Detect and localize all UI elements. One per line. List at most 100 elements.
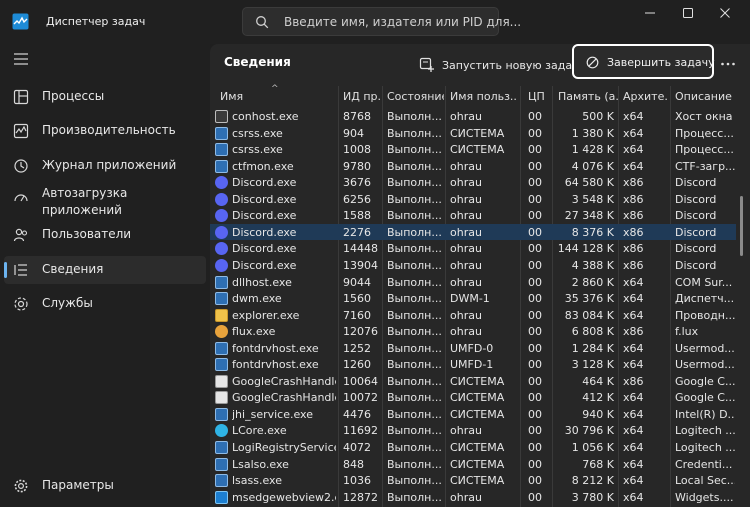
cell-cpu: 00 [528, 110, 542, 123]
end-task-button[interactable]: Завершить задачу [572, 44, 715, 79]
column-header-description[interactable]: Описание [675, 90, 735, 103]
cell-arch: x86 [623, 374, 644, 388]
table-row[interactable]: explorer.exe 7160 Выполн... ohrau 00 83 084 K… [210, 307, 736, 324]
table-row[interactable]: flux.exe 12076 Выполн... ohrau 00 6 808 K x86 f… [210, 323, 736, 340]
sidebar-item-processes[interactable]: Процессы [4, 85, 206, 109]
table-row[interactable]: dllhost.exe 9044 Выполн... ohrau 00 2 860 K x6… [210, 274, 736, 291]
cell-cpu: 00 [528, 292, 542, 306]
cell-state: Выполн... [387, 159, 442, 173]
sidebar-item-label: Параметры [42, 478, 114, 492]
table-row[interactable]: GoogleCrashHandler... 10072 Выполн... СИСТЕ… [210, 389, 736, 406]
table-row[interactable]: Discord.exe 3676 Выполн... ohrau 00 64 580 K x… [210, 174, 736, 191]
sys-process-icon [215, 275, 228, 289]
cell-name: conhost.exe [232, 110, 299, 123]
sidebar-item-details[interactable]: Сведения [4, 256, 206, 284]
table-row[interactable]: GoogleCrashHandler... 10064 Выполн... СИСТЕ… [210, 373, 736, 390]
cell-mem: 8 376 K [571, 225, 614, 239]
cell-desc: Процесс... [675, 143, 734, 157]
table-row[interactable]: Discord.exe 2276 Выполн... ohrau 00 8 376 K x8… [210, 223, 736, 241]
cell-desc: Discord [675, 176, 717, 190]
cell-cpu: 00 [528, 490, 542, 504]
more-options-button[interactable] [715, 55, 740, 73]
sidebar-item-services[interactable]: Службы [4, 292, 206, 316]
cell-desc: Discord [675, 242, 717, 256]
column-header-architecture[interactable]: Архите... [623, 90, 669, 103]
cell-cpu: 00 [528, 192, 542, 206]
search-placeholder: Введите имя, издателя или PID для... [284, 15, 522, 29]
cell-user: ohrau [450, 424, 482, 438]
cell-user: ohrau [450, 176, 482, 190]
cell-mem: 4 076 K [571, 159, 614, 173]
table-row[interactable]: Discord.exe 1588 Выполн... ohrau 00 27 348 K x… [210, 207, 736, 224]
table-row[interactable]: Discord.exe 6256 Выполн... ohrau 00 3 548 K x8… [210, 191, 736, 208]
cell-mem: 8 212 K [571, 474, 614, 488]
run-new-task-button[interactable]: Запустить новую задачу [419, 52, 585, 78]
cell-arch: x64 [623, 308, 644, 322]
sidebar-item-settings[interactable]: Параметры [4, 474, 206, 498]
cell-state: Выполн... [387, 391, 442, 405]
table-row[interactable]: Lsalso.exe 848 Выполн... СИСТЕМА 00 768 K x64 C… [210, 456, 736, 473]
close-button[interactable] [705, 0, 745, 26]
table-row[interactable]: fontdrvhost.exe 1260 Выполн... UMFD-1 00 3 12… [210, 356, 736, 373]
table-row[interactable]: conhost.exe 8768 Выполн... ohrau 00 500 K x64 Х… [210, 108, 736, 125]
cell-user: СИСТЕМА [450, 126, 505, 140]
sys-process-icon [215, 474, 228, 488]
column-header-name[interactable]: Имя [220, 90, 338, 103]
cell-state: Выполн... [387, 209, 442, 223]
column-header-user[interactable]: Имя польз... [450, 90, 518, 103]
cell-name: dllhost.exe [232, 275, 292, 289]
cell-user: ohrau [450, 258, 482, 272]
sidebar-item-users[interactable]: Пользователи [4, 223, 206, 247]
cell-cpu: 00 [528, 325, 542, 339]
table-row[interactable]: LCore.exe 11692 Выполн... ohrau 00 30 796 K x6… [210, 422, 736, 439]
vertical-scrollbar[interactable] [740, 196, 743, 256]
cell-state: Выполн... [387, 225, 442, 239]
cell-name: flux.exe [232, 325, 276, 339]
column-header-cpu[interactable]: ЦП [528, 90, 553, 103]
cell-user: DWM-1 [450, 292, 490, 306]
cell-name: csrss.exe [232, 126, 283, 140]
search-box[interactable]: Введите имя, издателя или PID для... [242, 7, 521, 36]
table-row[interactable]: fontdrvhost.exe 1252 Выполн... UMFD-0 00 1 28… [210, 340, 736, 357]
table-row[interactable]: csrss.exe 904 Выполн... СИСТЕМА 00 1 380 K x64… [210, 125, 736, 142]
table-row[interactable]: csrss.exe 1008 Выполн... СИСТЕМА 00 1 428 K x6… [210, 141, 736, 158]
sys-process-icon [215, 159, 228, 173]
table-row[interactable]: jhi_service.exe 4476 Выполн... СИСТЕМА 00 940… [210, 406, 736, 423]
cell-pid: 9780 [343, 159, 371, 173]
sidebar-item-performance[interactable]: Производительность [4, 119, 206, 143]
maximize-button[interactable] [668, 0, 708, 26]
table-row[interactable]: dwm.exe 1560 Выполн... DWM-1 00 35 376 K x64 Ди… [210, 290, 736, 307]
cell-name: GoogleCrashHandler... [232, 391, 336, 405]
cell-user: ohrau [450, 308, 482, 322]
table-row[interactable]: LogiRegistryService.... 4072 Выполн... СИСТ… [210, 439, 736, 456]
task-manager-window: Диспетчер задач Введите имя, издателя ил… [0, 0, 750, 507]
hamburger-menu-icon[interactable] [12, 51, 30, 67]
cell-mem: 500 K [582, 110, 614, 123]
cell-name: Discord.exe [232, 242, 297, 256]
column-header-pid[interactable]: ИД пр... [343, 90, 383, 103]
column-header-memory[interactable]: Память (а... [558, 90, 618, 103]
table-row[interactable]: msedgewebview2.exe 12872 Выполн... ohrau 00 3… [210, 489, 736, 506]
table-row[interactable]: Discord.exe 13904 Выполн... ohrau 00 4 388 K x… [210, 257, 736, 274]
cell-desc: Диспетч... [675, 292, 735, 306]
task-manager-app-icon [12, 13, 29, 30]
cell-cpu: 00 [528, 126, 542, 140]
sidebar-item-app-history[interactable]: Журнал приложений [4, 154, 206, 178]
table-row[interactable]: ctfmon.exe 9780 Выполн... ohrau 00 4 076 K x64… [210, 158, 736, 175]
table-row[interactable]: Discord.exe 14448 Выполн... ohrau 00 144 128 … [210, 240, 736, 257]
startup-icon [14, 194, 28, 202]
cell-user: ohrau [450, 325, 482, 339]
minimize-button[interactable] [630, 0, 670, 26]
cell-cpu: 00 [528, 391, 542, 405]
column-header-status[interactable]: Состояние [387, 90, 444, 103]
sidebar-item-startup-apps[interactable]: Автозагрузка приложений [4, 184, 206, 220]
cell-state: Выполн... [387, 474, 442, 488]
cell-desc: CTF-загр... [675, 159, 735, 173]
cell-mem: 4 388 K [571, 258, 614, 272]
table-row[interactable]: lsass.exe 1036 Выполн... СИСТЕМА 00 8 212 K x6… [210, 472, 736, 489]
active-indicator [4, 262, 7, 278]
cell-desc: Discord [675, 225, 717, 239]
cell-mem: 412 K [582, 391, 614, 405]
cell-state: Выполн... [387, 374, 442, 388]
flux-process-icon [215, 325, 228, 339]
